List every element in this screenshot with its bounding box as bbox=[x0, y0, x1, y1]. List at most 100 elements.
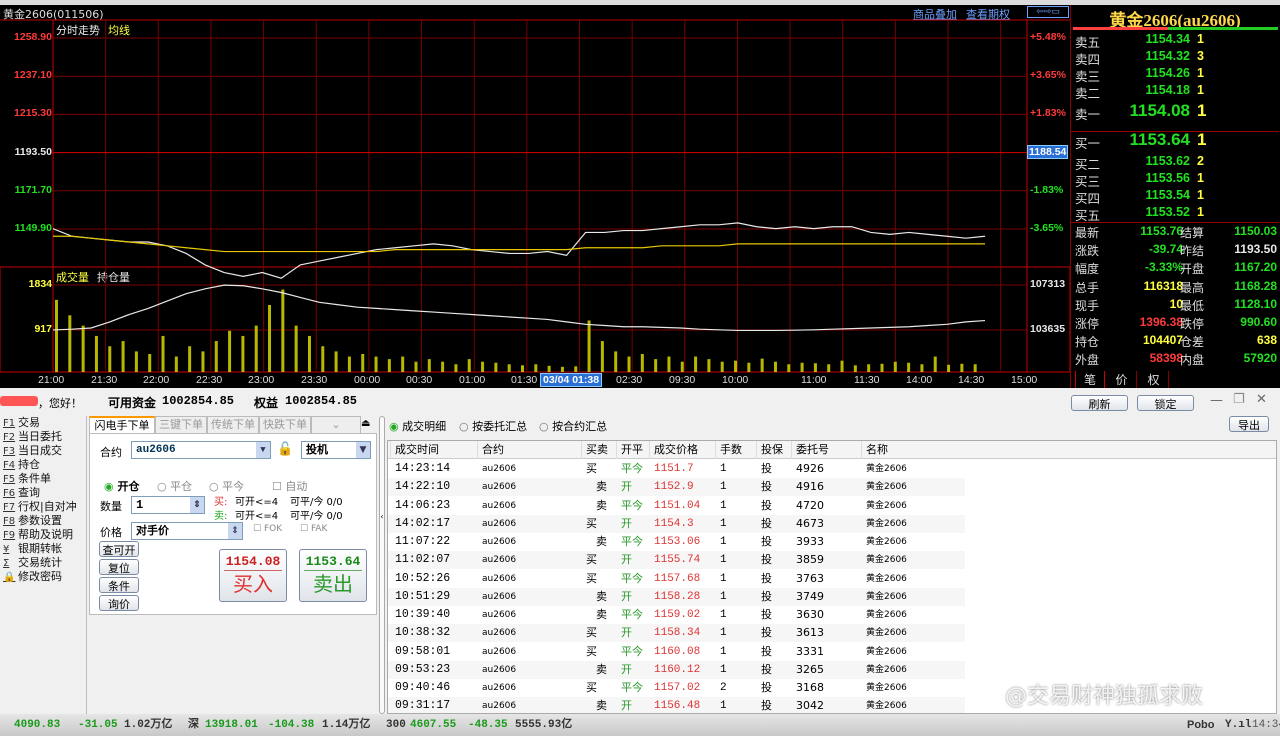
menu-label: 当日委托 bbox=[18, 430, 62, 443]
column-header[interactable]: 投保 bbox=[756, 441, 791, 459]
orderbook-row[interactable]: 买三 1153.56 1 bbox=[1075, 171, 1275, 189]
column-header[interactable]: 成交时间 bbox=[390, 441, 477, 459]
menu-item[interactable]: F1 交易 bbox=[3, 416, 85, 430]
table-row[interactable]: 11:02:07 au2606 买 开 1155.74 1 投 3859 黄金2606 bbox=[388, 551, 965, 570]
menu-item[interactable]: 🔒 修改密码 bbox=[3, 570, 85, 584]
table-cell: 4916 bbox=[796, 480, 824, 494]
orderbook-row[interactable]: 卖四 1154.32 3 bbox=[1075, 49, 1275, 67]
minimize-icon[interactable]: — bbox=[1210, 393, 1223, 408]
fok-checkbox[interactable]: ☐ FOK bbox=[253, 524, 282, 534]
table-cell: 卖 bbox=[596, 699, 607, 713]
column-header[interactable]: 成交价格 bbox=[649, 441, 715, 459]
table-cell: 投 bbox=[761, 535, 772, 548]
column-header[interactable]: 买卖 bbox=[581, 441, 616, 459]
menu-item[interactable]: F3 当日成交 bbox=[3, 444, 85, 458]
close-icon[interactable]: ✕ bbox=[1256, 392, 1267, 407]
volume-bar bbox=[268, 305, 272, 372]
table-row[interactable]: 09:31:17 au2606 卖开 1156.48 1 投 3042 黄金2606 bbox=[388, 697, 965, 713]
export-button[interactable]: 导出 bbox=[1229, 416, 1269, 432]
auto-checkbox[interactable]: ☐ 自动 bbox=[272, 478, 307, 494]
volume-bar bbox=[654, 359, 658, 372]
menu-item[interactable]: F8 参数设置 bbox=[3, 514, 85, 528]
orderbook-row[interactable]: 买四 1153.54 1 bbox=[1075, 188, 1275, 206]
volume-bar bbox=[161, 335, 165, 372]
collapse-icon[interactable]: ⏏ bbox=[361, 418, 370, 429]
radio-close-today[interactable]: ○ 平今 bbox=[209, 478, 244, 494]
menu-item[interactable]: F7 行权|自对冲 bbox=[3, 500, 85, 514]
contract-select[interactable]: au2606 ▼ bbox=[131, 441, 271, 459]
order-tab[interactable]: 快跌下单 bbox=[259, 416, 311, 433]
condition-button[interactable]: 条件 bbox=[99, 577, 139, 593]
menu-item[interactable]: Σ 交易统计 bbox=[3, 556, 85, 570]
table-cell: 买 bbox=[586, 681, 597, 694]
table-row[interactable]: 10:39:40 au2606 卖 平今 1159.02 1 投 3630 黄金2606 bbox=[388, 606, 965, 624]
orderbook-row[interactable]: 买五 1153.52 1 bbox=[1075, 205, 1275, 223]
column-header[interactable]: 开平 bbox=[616, 441, 649, 459]
more-tabs-icon[interactable]: ⌄ bbox=[311, 416, 361, 433]
table-row[interactable]: 09:58:01 au2606 买 平今 1160.08 1 投 3331 黄金2606 bbox=[388, 642, 965, 661]
inquiry-button[interactable]: 询价 bbox=[99, 595, 139, 611]
column-header[interactable]: 名称 bbox=[861, 441, 965, 459]
orderbook-row[interactable]: 卖二 1154.18 1 bbox=[1075, 83, 1275, 101]
radio-close[interactable]: ○ 平仓 bbox=[157, 478, 192, 494]
table-row[interactable]: 14:23:14 au2606 买 平今 1151.7 1 投 4926 黄金2606 bbox=[388, 460, 965, 478]
orderbook-row[interactable]: 卖五 1154.34 1 bbox=[1075, 32, 1275, 50]
table-row[interactable]: 10:38:32 au2606 买 开 1158.34 1 投 3613 黄金2606 bbox=[388, 624, 965, 643]
refresh-button[interactable]: 刷新 bbox=[1071, 395, 1128, 411]
menu-item[interactable]: F9 帮助及说明 bbox=[3, 528, 85, 542]
table-row[interactable]: 14:22:10 au2606 卖开 1152.9 1 投 4916 黄金2606 bbox=[388, 478, 965, 497]
lock-icon[interactable]: 🔓 bbox=[277, 442, 293, 457]
price-chart[interactable] bbox=[0, 5, 1070, 388]
table-row[interactable]: 09:53:23 au2606 卖开 1160.12 1 投 3265 黄金2606 bbox=[388, 660, 965, 679]
table-cell: 卖 bbox=[596, 662, 607, 676]
view-radio[interactable]: ◉ 成交明细 bbox=[389, 418, 446, 434]
fak-checkbox[interactable]: ☐ FAK bbox=[300, 524, 327, 534]
table-row[interactable]: 11:07:22 au2606 卖 平今 1153.06 1 投 3933 黄金2606 bbox=[388, 533, 965, 551]
orderbook-row[interactable]: 买一 1153.64 1 bbox=[1075, 130, 1275, 151]
quote-stat-row: 总手 116318 最高 1168.28 bbox=[1075, 279, 1280, 297]
menu-key: F6 bbox=[3, 488, 16, 499]
radio-open[interactable]: ◉ 开仓 bbox=[104, 478, 139, 494]
orderbook-row[interactable]: 卖一 1154.08 1 bbox=[1075, 101, 1275, 122]
quote-tab-2[interactable]: 权 bbox=[1139, 371, 1169, 388]
lock-button[interactable]: 锁定 bbox=[1137, 395, 1194, 411]
reset-button[interactable]: 复位 bbox=[99, 559, 139, 575]
splitter-handle[interactable]: ‹ bbox=[379, 416, 385, 714]
menu-item[interactable]: ¥ 银期转帐 bbox=[3, 542, 85, 556]
column-header[interactable]: 委托号 bbox=[791, 441, 861, 459]
menu-item[interactable]: F6 查询 bbox=[3, 486, 85, 500]
view-radio[interactable]: ○ 按合约汇总 bbox=[539, 418, 607, 434]
menu-item[interactable]: F5 条件单 bbox=[3, 472, 85, 486]
stat-label: 开盘 bbox=[1180, 262, 1205, 277]
volume-bar bbox=[787, 364, 791, 372]
buy-button[interactable]: 1154.08 买入 bbox=[219, 549, 287, 602]
price-select[interactable]: 对手价 ⇕ bbox=[131, 522, 243, 540]
view-radio[interactable]: ○ 按委托汇总 bbox=[459, 418, 527, 434]
spinner-icon[interactable]: ⇕ bbox=[190, 497, 204, 513]
order-tab[interactable]: 三键下单 bbox=[155, 416, 207, 433]
level-volume: 1 bbox=[1197, 205, 1204, 219]
table-row[interactable]: 14:02:17 au2606 买 开 1154.3 1 投 4673 黄金2606 bbox=[388, 514, 965, 533]
table-row[interactable]: 09:40:46 au2606 买 平今 1157.02 2 投 3168 黄金2606 bbox=[388, 679, 965, 697]
table-cell: 10:38:32 bbox=[395, 626, 451, 640]
orderbook-row[interactable]: 买二 1153.62 2 bbox=[1075, 154, 1275, 172]
menu-key: F9 bbox=[3, 530, 16, 541]
column-header[interactable]: 手数 bbox=[715, 441, 756, 459]
quote-tab-0[interactable]: 笔 bbox=[1075, 371, 1105, 389]
query-open-button[interactable]: 查可开 bbox=[99, 541, 139, 557]
table-row[interactable]: 10:51:29 au2606 卖开 1158.28 1 投 3749 黄金2606 bbox=[388, 587, 965, 606]
spinner-icon[interactable]: ⇕ bbox=[228, 523, 242, 539]
qty-input[interactable]: 1 ⇕ bbox=[131, 496, 205, 514]
order-tab[interactable]: 传统下单 bbox=[207, 416, 259, 433]
column-header[interactable]: 合约 bbox=[477, 441, 581, 459]
quote-tab-1[interactable]: 价 bbox=[1107, 371, 1137, 388]
menu-item[interactable]: F2 当日委托 bbox=[3, 430, 85, 444]
table-row[interactable]: 10:52:26 au2606 买 平今 1157.68 1 投 3763 黄金2606 bbox=[388, 569, 965, 588]
order-tab[interactable]: 闪电手下单 bbox=[89, 416, 155, 433]
hedge-select[interactable]: 投机 ▼ bbox=[301, 441, 371, 459]
menu-item[interactable]: F4 持仓 bbox=[3, 458, 85, 472]
orderbook-row[interactable]: 卖三 1154.26 1 bbox=[1075, 66, 1275, 84]
sell-button[interactable]: 1153.64 卖出 bbox=[299, 549, 367, 602]
restore-icon[interactable]: ❐ bbox=[1233, 392, 1245, 407]
table-row[interactable]: 14:06:23 au2606 卖平今 1151.04 1 投 4720 黄金2606 bbox=[388, 496, 965, 515]
